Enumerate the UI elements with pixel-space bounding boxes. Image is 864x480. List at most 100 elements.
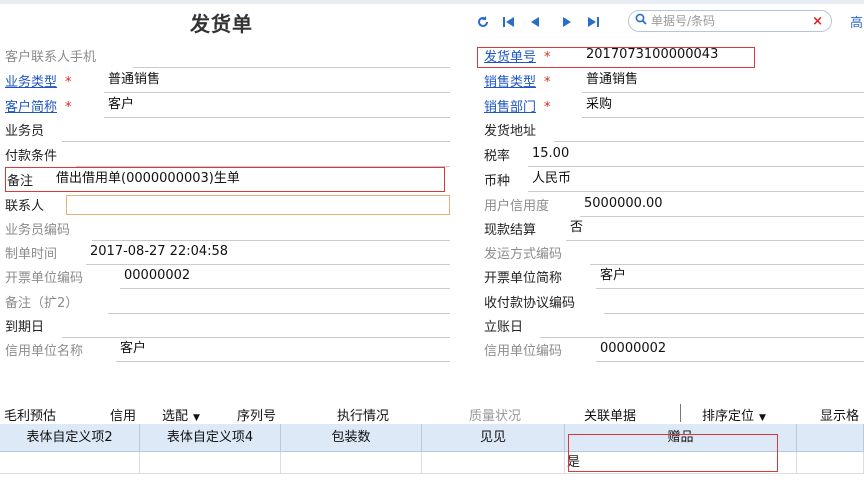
field-value[interactable]: 普通销售 [582,71,864,93]
menu-display-format[interactable]: 显示格 [820,405,859,424]
top-strip [0,0,864,4]
field-value[interactable]: 客户 [104,96,450,118]
left-field-5: 备注 [7,170,33,192]
field-label[interactable]: 客户简称 [5,96,57,118]
field-label: 付款条件 [5,149,58,164]
left-field-9: 开票单位编码 [5,267,83,289]
menu-related-documents[interactable]: 关联单据 [584,405,636,424]
grid-cell[interactable] [0,452,140,474]
field-label[interactable]: 销售类型 [484,71,536,93]
grid-header-custom2[interactable]: 表体自定义项2 [0,424,140,452]
grid-cell[interactable] [422,452,565,474]
field-value[interactable]: 普通销售 [104,71,450,93]
required-marker: * [65,75,72,90]
right-field-12: 信用单位编码 [484,340,562,362]
right-field-2: 销售部门 * [484,96,559,118]
previous-record-icon[interactable] [522,11,548,33]
field-label: 立账日 [484,320,524,335]
required-marker: * [544,100,551,115]
field-value[interactable] [108,292,450,314]
document-search-box[interactable]: × [628,10,832,32]
field-label: 开票单位简称 [484,271,563,286]
right-field-7: 现款结算 [484,219,536,241]
field-value[interactable]: 2017-08-27 22:04:58 [86,243,450,265]
field-value[interactable] [604,292,864,314]
left-field-6: 联系人 [5,195,44,217]
field-value[interactable] [590,243,864,265]
record-nav-toolbar [470,10,606,34]
field-value[interactable]: 否 [566,219,864,241]
field-value[interactable] [133,46,450,68]
grid-cell[interactable] [281,452,422,474]
field-label: 业务员编码 [5,223,71,238]
field-value[interactable]: 客户 [116,340,450,362]
next-record-icon[interactable] [554,11,580,33]
right-field-1: 销售类型 * [484,71,559,93]
right-field-0: 发货单号 * [484,46,559,68]
contact-input[interactable] [66,195,450,215]
field-value[interactable] [554,120,864,142]
grid-header-custom4[interactable]: 表体自定义项4 [140,424,281,452]
clear-search-icon[interactable]: × [812,14,823,29]
field-label: 客户联系人手机 [5,50,97,65]
menu-quality-status[interactable]: 质量状况 [469,405,521,424]
right-field-8: 发运方式编码 [484,243,562,265]
first-record-icon[interactable] [496,11,522,33]
field-value[interactable]: 5000000.00 [580,195,864,217]
refresh-icon[interactable] [470,11,496,33]
grid-cell[interactable] [140,452,281,474]
left-field-3: 业务员 [5,120,44,142]
menu-gross-profit[interactable]: 毛利预估 [4,405,56,424]
field-label: 信用单位编码 [484,344,563,359]
search-input[interactable] [651,14,801,28]
field-label: 现款结算 [484,223,537,238]
field-label: 用户信用度 [484,199,550,214]
field-value[interactable]: 00000002 [120,267,450,289]
left-field-4: 付款条件 [5,145,57,167]
field-label[interactable]: 销售部门 [484,96,536,118]
field-label: 税率 [484,149,511,164]
field-value[interactable] [76,145,450,167]
left-field-10: 备注（扩2） [5,292,78,314]
grid-header-gift[interactable]: 赠品 [565,424,797,452]
grid-header-extra[interactable] [797,424,864,452]
right-field-6: 用户信用度 [484,195,549,217]
menu-sort-locate[interactable]: 排序定位 ▼ [702,405,766,424]
left-field-11: 到期日 [5,316,44,338]
field-label: 开票单位编码 [5,271,84,286]
field-label: 信用单位名称 [5,344,84,359]
field-value[interactable]: 采购 [582,96,864,118]
field-value[interactable]: 借出借用单(0000000003)生单 [52,170,440,192]
body-toolbar: 毛利预估 信用 选配 ▼ 序列号 执行情况 质量状况 关联单据 排序定位 ▼ 显示格 [0,402,864,424]
grid-cell-gift[interactable]: 是 [565,452,797,474]
field-value[interactable] [540,316,864,338]
field-value[interactable] [62,316,450,338]
menu-serial-number[interactable]: 序列号 [237,405,276,424]
field-label: 联系人 [5,199,45,214]
chevron-down-icon: ▼ [759,413,766,423]
menu-credit[interactable]: 信用 [110,405,136,424]
advanced-link[interactable]: 高 [850,12,863,31]
field-value[interactable] [92,219,450,241]
field-label[interactable]: 业务类型 [5,71,57,93]
field-value[interactable] [62,120,450,142]
field-label[interactable]: 发货单号 [484,46,536,68]
grid-header-package-count[interactable]: 包装数 [281,424,422,452]
field-value[interactable]: 客户 [596,267,864,289]
menu-execution-status[interactable]: 执行情况 [337,405,389,424]
field-label: 备注 [7,174,34,189]
left-field-8: 制单时间 [5,243,57,265]
grid-header-jianjian[interactable]: 见见 [422,424,565,452]
field-label: 到期日 [5,320,45,335]
field-value[interactable]: 15.00 [528,145,864,167]
field-value[interactable]: 人民币 [528,170,864,192]
required-marker: * [544,75,551,90]
menu-option-config[interactable]: 选配 ▼ [162,405,200,424]
detail-grid: 表体自定义项2 表体自定义项4 包装数 见见 赠品 是 [0,424,864,480]
field-value[interactable]: 00000002 [596,340,864,362]
last-record-icon[interactable] [580,11,606,33]
field-label: 币种 [484,174,511,189]
grid-cell[interactable] [797,452,864,474]
field-value[interactable]: 2017073100000043 [582,46,752,68]
field-label: 备注（扩2） [5,296,79,311]
